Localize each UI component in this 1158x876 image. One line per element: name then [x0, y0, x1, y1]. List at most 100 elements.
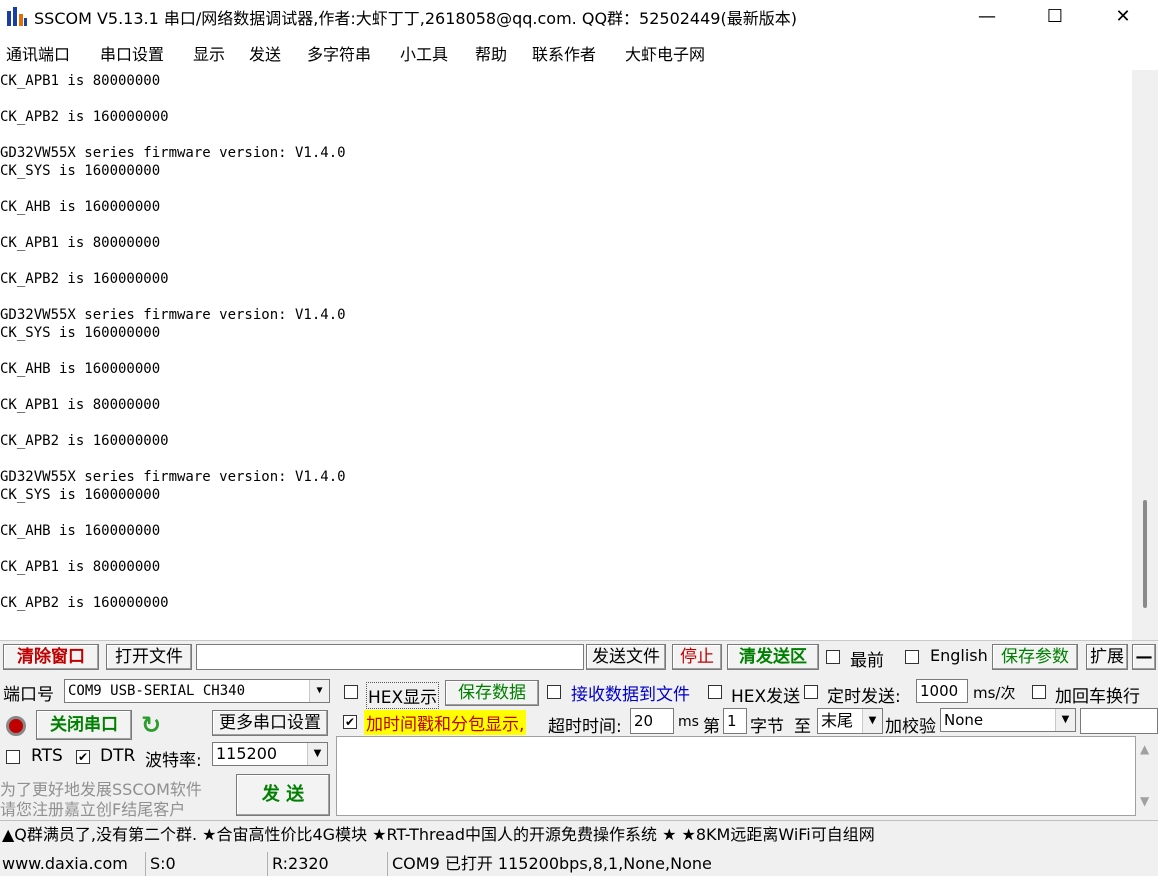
- recv-to-file-label: 接收数据到文件: [571, 685, 690, 705]
- checksum-extra-field[interactable]: [1080, 708, 1158, 734]
- receive-area[interactable]: CK_APB1 is 80000000 CK_APB2 is 160000000 G…: [0, 70, 1132, 640]
- receive-line: CK_APB2 is 160000000: [0, 271, 169, 287]
- clear-send-button[interactable]: 清发送区: [727, 644, 819, 670]
- menu-bar: 通讯端口 串口设置 显示 发送 多字符串 小工具 帮助 联系作者 大虾电子网: [0, 36, 1158, 68]
- refresh-icon[interactable]: ↻: [138, 712, 164, 738]
- checksum-select-value: None: [944, 711, 984, 729]
- receive-line: CK_SYS is 160000000: [0, 487, 161, 503]
- close-button[interactable]: ✕: [1100, 0, 1146, 32]
- hex-send-checkbox[interactable]: [708, 685, 722, 699]
- to-label: 至: [794, 717, 811, 737]
- menu-multi-string[interactable]: 多字符串: [307, 41, 371, 65]
- menu-contact-author[interactable]: 联系作者: [532, 41, 596, 65]
- title-bar: SSCOM V5.13.1 串口/网络数据调试器,作者:大虾丁丁,2618058…: [0, 0, 1158, 32]
- chevron-down-icon[interactable]: ▼: [1055, 709, 1075, 731]
- chevron-down-icon[interactable]: ▼: [307, 743, 327, 765]
- baud-select-value: 115200: [216, 744, 278, 763]
- chevron-down-icon[interactable]: ▼: [862, 709, 882, 733]
- receive-line: GD32VW55X series firmware version: V1.4.…: [0, 469, 346, 485]
- to-select-value: 末尾: [821, 711, 854, 730]
- checksum-select[interactable]: None ▼: [940, 708, 1076, 732]
- timed-send-label: 定时发送:: [827, 687, 901, 707]
- menu-send[interactable]: 发送: [249, 41, 281, 65]
- collapse-button[interactable]: —: [1132, 644, 1156, 670]
- save-data-button[interactable]: 保存数据: [445, 680, 539, 706]
- baud-label: 波特率:: [145, 751, 202, 771]
- byte-prefix-label: 第: [703, 717, 720, 737]
- status-sent: S:0: [148, 852, 268, 876]
- receive-line: CK_AHB is 160000000: [0, 361, 161, 377]
- app-icon: [7, 7, 27, 26]
- receive-line: GD32VW55X series firmware version: V1.4.…: [0, 145, 346, 161]
- menu-serial-settings[interactable]: 串口设置: [100, 41, 164, 65]
- port-status-icon: [6, 716, 26, 736]
- save-params-button[interactable]: 保存参数: [992, 644, 1078, 670]
- scroll-down-icon[interactable]: ▼: [1140, 794, 1149, 808]
- receive-line: CK_APB2 is 160000000: [0, 109, 169, 125]
- status-bar: www.daxia.com S:0 R:2320 COM9 已打开 115200…: [0, 852, 1158, 876]
- window-title: SSCOM V5.13.1 串口/网络数据调试器,作者:大虾丁丁,2618058…: [34, 9, 797, 28]
- port-select[interactable]: COM9 USB-SERIAL CH340 ▼: [64, 679, 330, 703]
- english-checkbox[interactable]: [905, 650, 919, 664]
- receive-line: CK_SYS is 160000000: [0, 163, 161, 179]
- chevron-down-icon[interactable]: ▼: [309, 680, 329, 702]
- add-crlf-label: 加回车换行: [1055, 687, 1140, 707]
- baud-select[interactable]: 115200 ▼: [212, 742, 328, 766]
- close-port-button[interactable]: 关闭串口: [36, 710, 132, 740]
- send-button[interactable]: 发 送: [236, 774, 330, 816]
- port-label: 端口号: [3, 685, 54, 705]
- menu-display[interactable]: 显示: [193, 41, 225, 65]
- status-website[interactable]: www.daxia.com: [0, 852, 146, 876]
- send-file-button[interactable]: 发送文件: [586, 644, 666, 670]
- ad-bar[interactable]: ▲Q群满员了,没有第二个群. ★合宙高性价比4G模块 ★RT-Thread中国人…: [0, 820, 1158, 848]
- send-input[interactable]: [336, 736, 1136, 816]
- timeout-label: 超时时间:: [548, 717, 622, 737]
- receive-line: CK_AHB is 160000000: [0, 523, 161, 539]
- stop-button[interactable]: 停止: [672, 644, 722, 670]
- topmost-checkbox[interactable]: [826, 650, 840, 664]
- status-received: R:2320: [270, 852, 388, 876]
- dtr-label: DTR: [100, 746, 136, 766]
- receive-line: CK_APB1 is 80000000: [0, 73, 161, 89]
- receive-scrollbar[interactable]: [1132, 70, 1158, 640]
- more-port-settings-button[interactable]: 更多串口设置: [212, 710, 328, 736]
- add-crlf-checkbox[interactable]: [1032, 685, 1046, 699]
- port-select-value: COM9 USB-SERIAL CH340: [68, 683, 246, 699]
- file-path-input[interactable]: [196, 644, 584, 670]
- receive-scrollbar-thumb[interactable]: [1143, 500, 1147, 608]
- timeout-input[interactable]: 20: [630, 708, 674, 734]
- recv-to-file-checkbox[interactable]: [547, 685, 561, 699]
- send-scrollbar[interactable]: ▲ ▼: [1136, 736, 1158, 816]
- minimize-button[interactable]: —: [964, 0, 1010, 32]
- receive-line: CK_APB2 is 160000000: [0, 433, 169, 449]
- byte-index-input[interactable]: 1: [723, 708, 747, 734]
- english-label: English: [930, 646, 988, 665]
- timed-send-checkbox[interactable]: [804, 685, 818, 699]
- hex-display-checkbox[interactable]: [344, 685, 358, 699]
- open-file-button[interactable]: 打开文件: [106, 644, 192, 670]
- timeout-unit-label: ms: [678, 714, 699, 730]
- topmost-label: 最前: [850, 651, 884, 671]
- menu-tools[interactable]: 小工具: [400, 41, 448, 65]
- status-port: COM9 已打开 115200bps,8,1,None,None: [392, 854, 712, 873]
- maximize-button[interactable]: ☐: [1032, 0, 1078, 32]
- hex-display-label: HEX显示: [366, 682, 440, 709]
- menu-daxia-website[interactable]: 大虾电子网: [625, 41, 705, 65]
- timed-interval-input[interactable]: 1000: [916, 679, 968, 703]
- to-select[interactable]: 末尾 ▼: [817, 708, 883, 734]
- byte-label: 字节: [750, 717, 784, 737]
- rts-checkbox[interactable]: [6, 750, 20, 764]
- receive-line: CK_APB2 is 160000000: [0, 595, 169, 611]
- clear-window-button[interactable]: 清除窗口: [3, 644, 99, 670]
- menu-help[interactable]: 帮助: [475, 41, 507, 65]
- expand-button[interactable]: 扩展: [1086, 644, 1128, 670]
- dtr-checkbox[interactable]: ✔: [76, 750, 90, 764]
- receive-line: CK_APB1 is 80000000: [0, 235, 161, 251]
- scroll-up-icon[interactable]: ▲: [1140, 742, 1149, 756]
- menu-comm-port[interactable]: 通讯端口: [6, 41, 70, 65]
- promo-line-2: 请您注册嘉立创F结尾客户: [0, 800, 186, 819]
- rts-label: RTS: [31, 746, 63, 766]
- receive-line: CK_APB1 is 80000000: [0, 397, 161, 413]
- receive-line: CK_AHB is 160000000: [0, 199, 161, 215]
- timestamp-checkbox[interactable]: ✔: [343, 715, 357, 729]
